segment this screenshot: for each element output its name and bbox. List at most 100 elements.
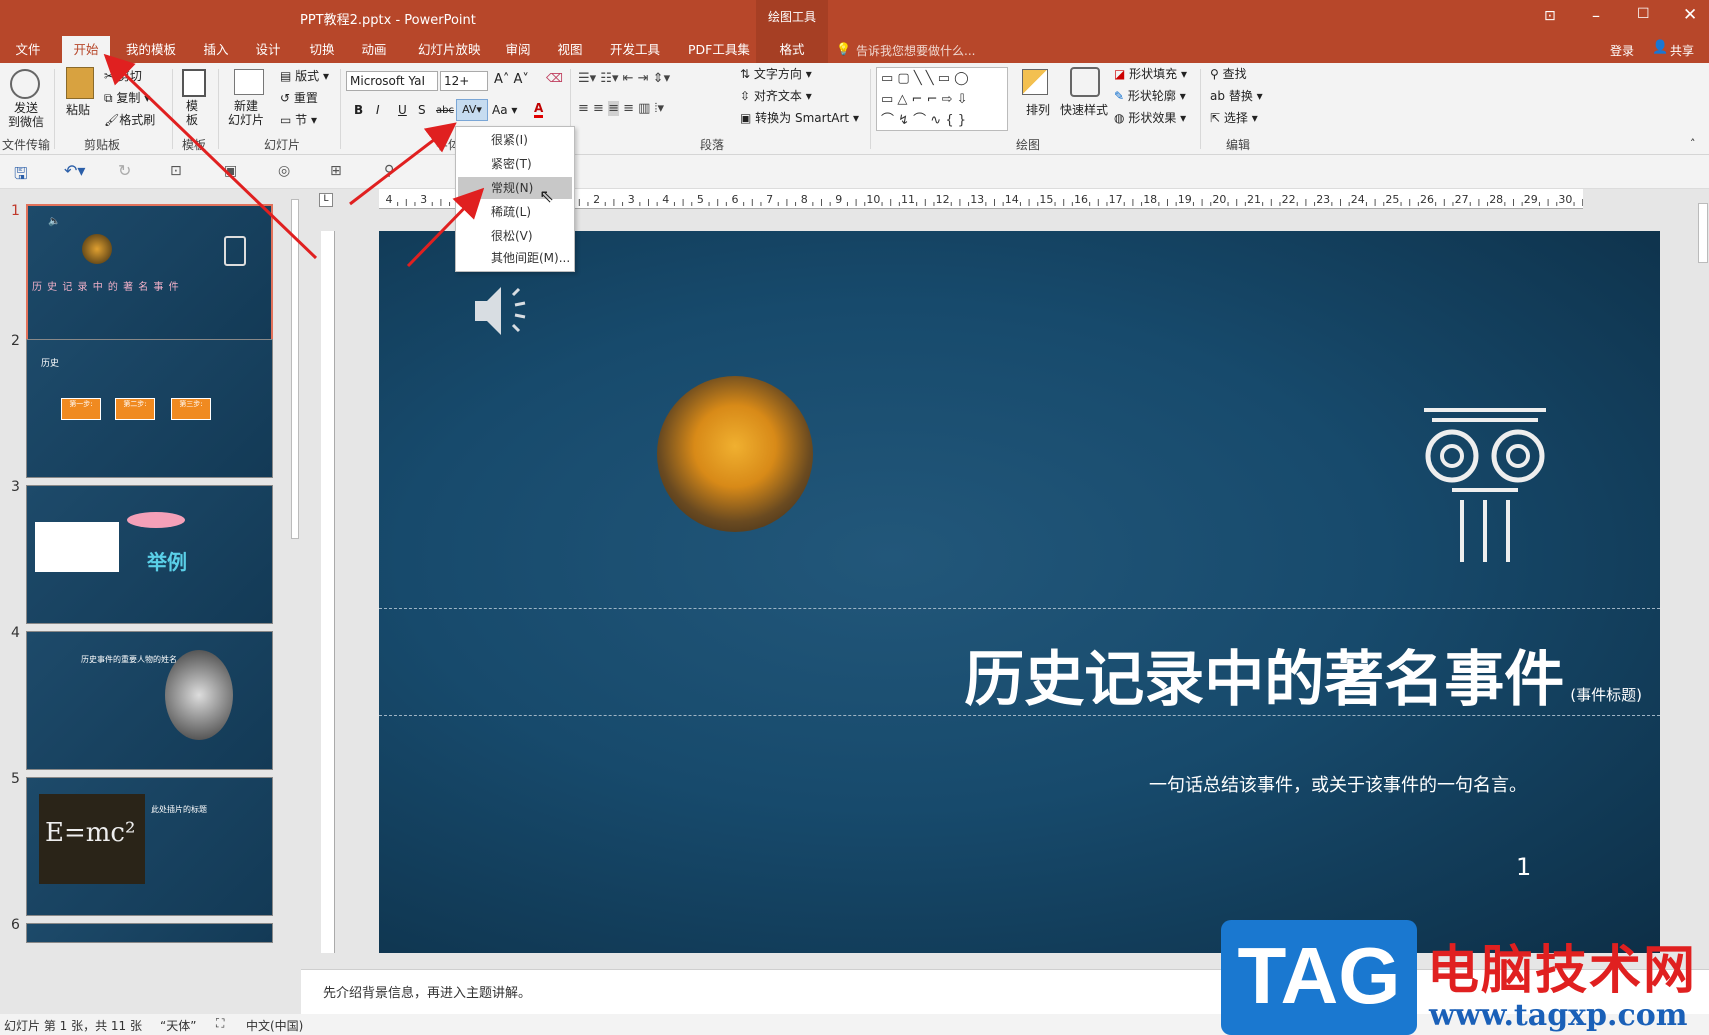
section-button[interactable]: ▭ 节 ▾	[280, 111, 317, 128]
tab-insert[interactable]: 插入	[196, 36, 236, 63]
reset-button[interactable]: ↺ 重置	[280, 89, 318, 106]
align-buttons[interactable]: ≡ ≡ ≡ ≡ ▥ ⦙▾	[578, 101, 664, 116]
character-spacing-button[interactable]: AV▾	[456, 99, 488, 121]
font-name-select[interactable]: Microsoft YaI	[346, 71, 438, 91]
slide-canvas[interactable]: 历史记录中的著名事件 (事件标题) 一句话总结该事件，或关于该事件的一句名言。 1	[379, 231, 1660, 953]
collapse-ribbon-icon[interactable]: ˄	[1690, 137, 1696, 150]
notes-text: 先介绍背景信息，再进入主题讲解。	[323, 986, 532, 1001]
spacing-tight[interactable]: 紧密(T)	[458, 153, 572, 175]
bullets-button[interactable]: ☰▾ ☷▾ ⇤ ⇥ ⇕▾	[578, 71, 670, 86]
format-painter-button[interactable]: 🖌格式刷	[104, 111, 155, 128]
record-icon[interactable]: ◎	[278, 163, 290, 179]
tab-my-templates[interactable]: 我的模板	[120, 36, 182, 63]
thumbnail-slide-6[interactable]	[26, 923, 273, 943]
layout-button[interactable]: ▤ 版式 ▾	[280, 67, 329, 84]
align-text-button[interactable]: ⇳ 对齐文本 ▾	[740, 87, 812, 104]
new-slide-button[interactable]: 新建 幻灯片	[228, 99, 264, 127]
text-direction-button[interactable]: ⇅ 文字方向 ▾	[740, 65, 812, 82]
title-line: 历史记录中的著名事件 (事件标题)	[964, 631, 1642, 718]
bold-button[interactable]: B	[354, 103, 363, 117]
from-start-icon[interactable]: ⊡	[170, 163, 182, 179]
shapes-gallery[interactable]: ▭ ▢ ╲ ╲ ▭ ◯ ▭ △ ⌐ ⌐ ⇨ ⇩ ⌒ ↯ ⌒ ∿ { }	[876, 67, 1008, 131]
italic-button[interactable]: I	[376, 103, 380, 117]
tab-stop-icon[interactable]: L	[319, 193, 333, 207]
tab-format[interactable]: 格式	[756, 36, 828, 63]
tell-me-input[interactable]: 告诉我您想要做什么...	[856, 42, 975, 59]
thumbnail-slide-4[interactable]: 历史事件的重要人物的姓名	[26, 631, 273, 770]
new-slide-icon	[234, 69, 264, 95]
template-button[interactable]: 模 板	[186, 99, 198, 127]
tab-home[interactable]: 开始	[62, 36, 110, 63]
shape-outline-button[interactable]: ✎ 形状轮廓 ▾	[1114, 87, 1186, 104]
editor-scrollbar[interactable]	[1697, 189, 1709, 909]
tab-developer[interactable]: 开发工具	[604, 36, 666, 63]
ruler-label: 30	[1558, 193, 1572, 206]
spacing-normal[interactable]: 常规(N)	[458, 177, 572, 199]
replace-button[interactable]: ab 替换 ▾	[1210, 87, 1263, 104]
minimize-icon[interactable]: –	[1592, 6, 1600, 25]
tab-animations[interactable]: 动画	[354, 36, 394, 63]
thumbnail-slide-3[interactable]: 举例	[26, 485, 273, 624]
present-icon[interactable]: ⊞	[330, 163, 342, 179]
change-case-button[interactable]: Aa ▾	[492, 103, 517, 117]
save-icon[interactable]: 🖫	[14, 163, 28, 190]
select-button[interactable]: ⇱ 选择 ▾	[1210, 109, 1258, 126]
spacing-more[interactable]: 其他间距(M)...	[458, 247, 572, 269]
scrollbar-thumb[interactable]	[291, 199, 299, 539]
shadow-button[interactable]: S	[418, 103, 426, 117]
cut-button[interactable]: ✂ 剪切	[104, 67, 142, 84]
tab-pdf-tools[interactable]: PDF工具集	[682, 36, 754, 63]
spacing-very-tight[interactable]: 很紧(I)	[458, 129, 572, 151]
undo-icon[interactable]: ↶▾	[64, 161, 85, 180]
speaker-icon[interactable]	[473, 281, 539, 341]
thumbnail-slide-5[interactable]: E=mc² 此处插片的标题	[26, 777, 273, 916]
tab-file[interactable]: 文件	[6, 36, 50, 63]
ribbon-display-icon[interactable]: ⊡	[1544, 8, 1556, 24]
quick-styles-button[interactable]: 快速样式	[1060, 101, 1108, 118]
tab-slideshow[interactable]: 幻灯片放映	[412, 36, 482, 63]
slide-subtitle[interactable]: 一句话总结该事件，或关于该事件的一句名言。	[1149, 771, 1527, 797]
thumbnail-slide-2[interactable]: 历史 第一步: 第二步: 第三步:	[26, 339, 273, 478]
slides-group-label: 幻灯片	[264, 138, 301, 152]
copy-button[interactable]: ⧉ 复制 ▾	[104, 89, 150, 106]
clear-format-icon[interactable]: ⌫	[546, 71, 563, 85]
tab-view[interactable]: 视图	[550, 36, 590, 63]
zoom-icon[interactable]: ⚲	[384, 163, 394, 179]
character-spacing-menu: 很紧(I) 紧密(T) 常规(N) 稀疏(L) 很松(V) 其他间距(M)...	[455, 126, 575, 272]
thumbnail-scrollbar[interactable]	[290, 189, 300, 1014]
find-button[interactable]: ⚲ 查找	[1210, 65, 1247, 82]
editing-group-label: 编辑	[1226, 138, 1251, 152]
login-link[interactable]: 登录	[1610, 42, 1634, 59]
font-color-button[interactable]: A	[534, 101, 544, 118]
grow-font-icon[interactable]: A˄ A˅	[494, 72, 529, 87]
accessibility-icon[interactable]: ⛶	[216, 1016, 224, 1031]
step-box: 第一步:	[61, 398, 101, 420]
redo-icon[interactable]: ↻	[118, 161, 131, 180]
tab-transitions[interactable]: 切换	[302, 36, 342, 63]
shape-effects-button[interactable]: ◍ 形状效果 ▾	[1114, 109, 1186, 126]
title-placeholder[interactable]: 历史记录中的著名事件 (事件标题)	[379, 608, 1660, 716]
watermark-tag: TAG	[1221, 920, 1417, 1035]
maximize-icon[interactable]: ☐	[1637, 6, 1650, 22]
tab-design[interactable]: 设计	[248, 36, 288, 63]
slide-icon[interactable]: ▣	[224, 163, 237, 179]
thumbnail-slide-1[interactable]: 🔈 历 史 记 录 中 的 著 名 事 件	[26, 204, 273, 343]
strikethrough-button[interactable]: abc	[436, 105, 454, 116]
scrollbar-thumb[interactable]	[1698, 203, 1708, 263]
send-to-wechat-button[interactable]: 发送 到微信	[8, 101, 44, 129]
shape-fill-button[interactable]: ◪ 形状填充 ▾	[1114, 65, 1187, 82]
underline-button[interactable]: U	[398, 103, 407, 117]
spacing-loose[interactable]: 稀疏(L)	[458, 201, 572, 223]
arrange-button[interactable]: 排列	[1026, 101, 1050, 118]
smartart-button[interactable]: ▣ 转换为 SmartArt ▾	[740, 109, 859, 126]
paste-button[interactable]: 粘贴	[66, 101, 90, 118]
language-indicator[interactable]: 中文(中国)	[246, 1017, 303, 1034]
share-button[interactable]: 共享	[1670, 42, 1694, 59]
template-group-label: 模板	[182, 138, 207, 152]
tab-review[interactable]: 审阅	[498, 36, 538, 63]
leaf-photo[interactable]	[657, 376, 813, 532]
font-name-value: Microsoft YaI	[350, 74, 425, 88]
font-size-select[interactable]: 12+	[440, 71, 488, 91]
spacing-very-loose[interactable]: 很松(V)	[458, 225, 572, 247]
close-icon[interactable]: ✕	[1683, 5, 1697, 25]
